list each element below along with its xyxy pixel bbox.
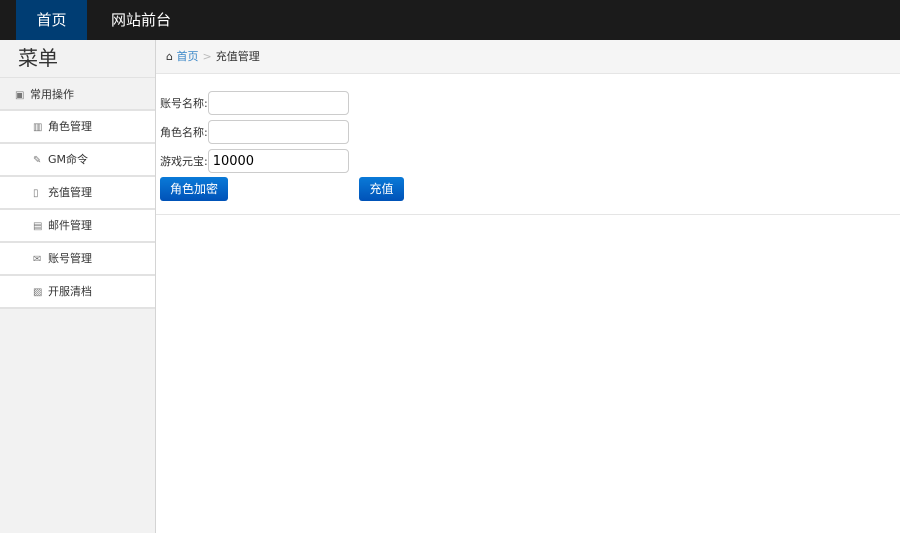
top-navbar: 首页 网站前台	[0, 0, 900, 40]
item-label: GM命令	[48, 153, 89, 166]
list-icon: ▤	[33, 221, 43, 232]
sidebar-item-reset[interactable]: ▨ 开服清档	[0, 276, 155, 309]
recharge-button[interactable]: 充值	[359, 177, 404, 201]
account-label: 账号名称:	[160, 97, 208, 110]
plug-icon: ✎	[33, 155, 42, 166]
sidebar-item-gm[interactable]: ✎ GM命令	[0, 144, 155, 177]
account-input[interactable]	[207, 91, 349, 115]
item-label: 邮件管理	[48, 219, 92, 232]
nav-home[interactable]: 首页	[16, 0, 87, 40]
sidebar: 菜单 ▣ 常用操作 ▥ 角色管理 ✎ GM命令 ▯ 充值管理 ▤ 邮件管理 ✉ 账号管理 ▨…	[0, 40, 156, 533]
breadcrumb-sep: >	[202, 50, 212, 63]
encrypt-role-button[interactable]: 角色加密	[160, 177, 228, 201]
sidebar-item-account[interactable]: ✉ 账号管理	[0, 243, 155, 276]
role-input[interactable]	[207, 120, 349, 144]
gold-input[interactable]	[207, 149, 349, 173]
gold-label: 游戏元宝:	[160, 155, 208, 168]
sidebar-item-recharge[interactable]: ▯ 充值管理	[0, 177, 155, 210]
home-icon: ⌂	[166, 50, 173, 63]
group-label: 常用操作	[30, 88, 74, 101]
item-label: 账号管理	[48, 252, 92, 265]
sidebar-item-role[interactable]: ▥ 角色管理	[0, 111, 155, 144]
sidebar-item-mail[interactable]: ▤ 邮件管理	[0, 210, 155, 243]
role-label: 角色名称:	[160, 126, 208, 139]
picture-icon: ▨	[33, 287, 43, 298]
item-label: 开服清档	[48, 285, 92, 298]
breadcrumb-current: 充值管理	[215, 50, 260, 63]
book-icon: ▣	[15, 90, 25, 101]
item-label: 角色管理	[48, 120, 92, 133]
envelope-icon: ✉	[33, 254, 42, 265]
nav-frontend[interactable]: 网站前台	[96, 0, 186, 40]
breadcrumb: ⌂ 首页 > 充值管理	[156, 40, 900, 74]
file-icon: ▯	[33, 188, 39, 199]
books-icon: ▥	[33, 122, 43, 133]
breadcrumb-home[interactable]: 首页	[176, 50, 198, 63]
item-label: 充值管理	[48, 186, 92, 199]
sidebar-title: 菜单	[0, 40, 155, 78]
recharge-form: 账号名称: 角色名称: 游戏元宝: 角色加密 充值	[156, 74, 900, 215]
sidebar-group[interactable]: ▣ 常用操作	[0, 78, 155, 111]
